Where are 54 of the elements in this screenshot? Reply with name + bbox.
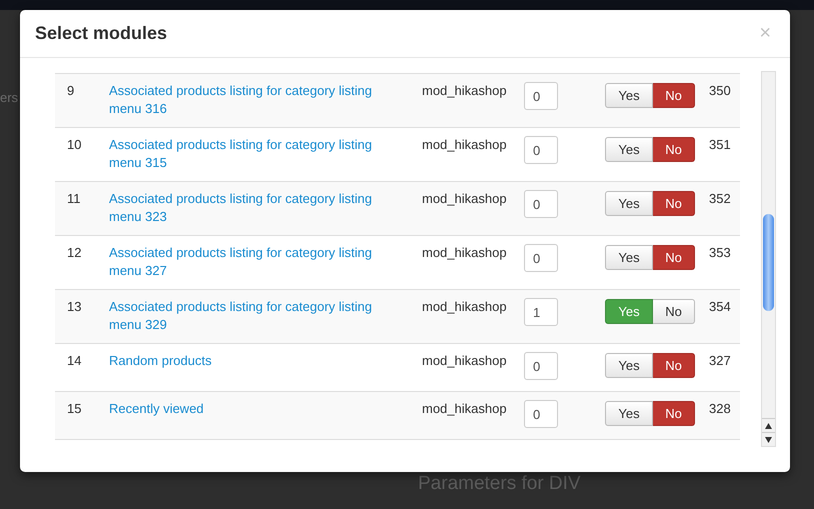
module-link[interactable]: Associated products listing for category listing menu 316 <box>109 82 394 118</box>
row-number: 11 <box>67 191 80 206</box>
order-field[interactable]: 0 <box>524 82 558 110</box>
module-id: 353 <box>709 245 731 260</box>
no-button[interactable]: No <box>653 137 695 162</box>
module-type: mod_hikashop <box>422 83 507 98</box>
row-number: 10 <box>67 137 82 152</box>
scrollbar[interactable] <box>761 71 776 447</box>
yes-button[interactable]: Yes <box>605 83 653 108</box>
yes-button[interactable]: Yes <box>605 299 653 324</box>
row-number: 12 <box>67 245 82 260</box>
yes-button[interactable]: Yes <box>605 245 653 270</box>
no-button[interactable]: No <box>653 245 695 270</box>
no-button[interactable]: No <box>653 83 695 108</box>
scrollbar-thumb[interactable] <box>763 214 774 311</box>
module-link[interactable]: Associated products listing for category listing menu 329 <box>109 298 394 334</box>
menu-label: ers <box>0 90 18 105</box>
module-type: mod_hikashop <box>422 353 507 368</box>
order-field[interactable]: 0 <box>524 352 558 380</box>
scroll-up-icon[interactable] <box>762 418 775 432</box>
module-link[interactable]: Associated products listing for category listing menu 315 <box>109 136 394 172</box>
module-link[interactable]: Random products <box>109 352 394 370</box>
module-type: mod_hikashop <box>422 299 507 314</box>
module-link[interactable]: Recently viewed <box>109 400 394 418</box>
module-type: mod_hikashop <box>422 401 507 416</box>
yes-button[interactable]: Yes <box>605 191 653 216</box>
yes-button[interactable]: Yes <box>605 137 653 162</box>
module-type: mod_hikashop <box>422 245 507 260</box>
order-field[interactable]: 1 <box>524 298 558 326</box>
module-id: 350 <box>709 83 731 98</box>
module-type: mod_hikashop <box>422 191 507 206</box>
order-field[interactable]: 0 <box>524 400 558 428</box>
module-id: 354 <box>709 299 731 314</box>
row-number: 9 <box>67 83 74 98</box>
module-link[interactable]: Associated products listing for category listing menu 327 <box>109 244 394 280</box>
modal-title: Select modules <box>35 23 168 44</box>
no-button[interactable]: No <box>653 299 695 324</box>
row-number: 13 <box>67 299 82 314</box>
module-id: 352 <box>709 191 731 206</box>
row-number: 14 <box>67 353 82 368</box>
module-type: mod_hikashop <box>422 137 507 152</box>
no-button[interactable]: No <box>653 353 695 378</box>
order-field[interactable]: 0 <box>524 244 558 272</box>
row-number: 15 <box>67 401 82 416</box>
module-id: 327 <box>709 353 731 368</box>
no-button[interactable]: No <box>653 401 695 426</box>
order-field[interactable]: 0 <box>524 190 558 218</box>
module-id: 351 <box>709 137 731 152</box>
no-button[interactable]: No <box>653 191 695 216</box>
module-link[interactable]: Associated products listing for category listing menu 323 <box>109 190 394 226</box>
order-field[interactable]: 0 <box>524 136 558 164</box>
yes-button[interactable]: Yes <box>605 401 653 426</box>
module-id: 328 <box>709 401 731 416</box>
yes-button[interactable]: Yes <box>605 353 653 378</box>
